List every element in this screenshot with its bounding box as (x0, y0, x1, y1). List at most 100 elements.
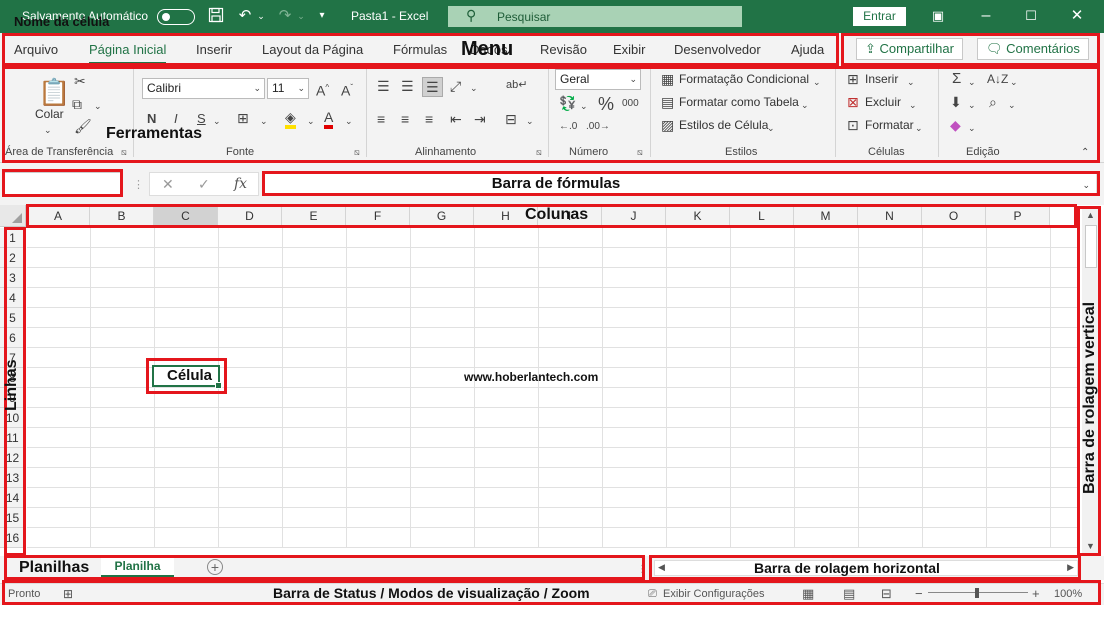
clear-dropdown-icon[interactable]: ⌄ (968, 120, 976, 136)
cut-icon[interactable]: ✂ (74, 73, 86, 89)
column-header-a[interactable]: A (27, 205, 90, 227)
zoom-level[interactable]: 100% (1054, 588, 1082, 600)
page-layout-icon[interactable]: ▤ (843, 586, 855, 602)
accounting-dropdown-icon[interactable]: ⌄ (580, 98, 588, 114)
column-header-e[interactable]: E (282, 205, 346, 227)
increase-decimal-icon[interactable]: ←.0 (559, 119, 577, 135)
chevron-down-icon[interactable]: ⌄ (909, 97, 917, 113)
insert-cells-button[interactable]: Inserir (865, 72, 898, 86)
paste-label[interactable]: Colar (35, 107, 64, 121)
share-button[interactable]: ⇪ Compartilhar (856, 38, 963, 60)
font-size-select[interactable]: 11 ⌄ (267, 78, 309, 99)
grow-font-icon[interactable]: A^ (316, 80, 329, 99)
column-header-c[interactable]: C (154, 205, 218, 227)
column-header-m[interactable]: M (794, 205, 858, 227)
alignment-launcher-icon[interactable]: ⧅ (536, 147, 542, 158)
row-header-4[interactable]: 4 (0, 288, 26, 308)
macro-record-icon[interactable]: ⊞ (63, 587, 73, 601)
chevron-down-icon[interactable]: ⌄ (813, 74, 821, 90)
find-dropdown-icon[interactable]: ⌄ (1008, 97, 1016, 113)
save-icon[interactable] (207, 7, 225, 28)
column-header-n[interactable]: N (858, 205, 922, 227)
insert-function-icon[interactable]: fx (234, 176, 247, 192)
column-header-g[interactable]: G (410, 205, 474, 227)
delete-cells-icon[interactable]: ⊠ (847, 94, 859, 110)
close-icon[interactable]: ✕ (1069, 7, 1085, 25)
shrink-font-icon[interactable]: Aˇ (341, 80, 353, 99)
row-header-11[interactable]: 11 (0, 428, 26, 448)
number-launcher-icon[interactable]: ⧅ (637, 147, 643, 158)
tab-exibir[interactable]: Exibir (613, 42, 646, 57)
undo-dropdown-icon[interactable]: ⌄ (256, 7, 266, 25)
number-format-select[interactable]: Geral ⌄ (555, 69, 641, 90)
expand-formula-icon[interactable]: ⌄ (1082, 177, 1090, 193)
row-header-16[interactable]: 16 (0, 528, 26, 548)
zoom-out-icon[interactable]: − (915, 586, 923, 601)
customize-toolbar-icon[interactable]: ▾ (316, 7, 328, 25)
chevron-down-icon[interactable]: ⌄ (915, 120, 923, 136)
tab-pagina-inicial[interactable]: Página Inicial (89, 42, 167, 64)
format-cells-icon[interactable]: ⊡ (847, 117, 859, 133)
format-painter-icon[interactable]: 🖌 (74, 118, 92, 134)
tab-inserir[interactable]: Inserir (196, 42, 232, 57)
column-header-k[interactable]: K (666, 205, 730, 227)
chevron-down-icon[interactable]: ⌄ (801, 97, 809, 113)
fill-icon[interactable]: ⬇ (950, 94, 962, 110)
paste-icon[interactable]: 📋 (38, 77, 70, 107)
normal-view-icon[interactable]: ▦ (802, 586, 814, 602)
format-table-button[interactable]: Formatar como Tabela (679, 95, 799, 109)
ribbon-display-icon[interactable]: ▣ (930, 7, 946, 25)
minimize-icon[interactable]: – (978, 7, 994, 25)
drag-handle-icon[interactable]: ⋮ (133, 177, 144, 193)
decrease-decimal-icon[interactable]: .00→ (586, 119, 610, 135)
row-header-15[interactable]: 15 (0, 508, 26, 528)
tab-ajuda[interactable]: Ajuda (791, 42, 824, 57)
borders-dropdown-icon[interactable]: ⌄ (260, 113, 268, 129)
align-right-icon[interactable]: ≡ (425, 111, 433, 127)
collapse-ribbon-icon[interactable]: ⌃ (1081, 145, 1089, 161)
cell-grid[interactable] (27, 228, 1078, 548)
comma-style-button[interactable]: 000 (622, 96, 639, 112)
row-header-14[interactable]: 14 (0, 488, 26, 508)
zoom-slider-thumb[interactable] (975, 588, 979, 598)
select-all-corner[interactable] (0, 205, 26, 227)
align-top-icon[interactable]: ☰ (377, 78, 390, 94)
column-header-d[interactable]: D (218, 205, 282, 227)
format-table-icon[interactable]: ▤ (661, 94, 674, 110)
undo-icon[interactable]: ↶ (236, 7, 254, 25)
conditional-format-button[interactable]: Formatação Condicional (679, 72, 809, 86)
cell-styles-icon[interactable]: ▨ (661, 117, 674, 133)
active-cell[interactable]: Célula (152, 365, 222, 389)
scroll-right-icon[interactable]: ▶ (1067, 562, 1074, 573)
sign-in-button[interactable]: Entrar (853, 7, 906, 26)
orientation-dropdown-icon[interactable]: ⌄ (470, 80, 478, 96)
tab-desenvolvedor[interactable]: Desenvolvedor (674, 42, 761, 57)
underline-dropdown-icon[interactable]: ⌄ (213, 113, 221, 129)
redo-dropdown-icon[interactable]: ⌄ (296, 7, 306, 25)
clipboard-launcher-icon[interactable]: ⧅ (121, 147, 127, 158)
merge-dropdown-icon[interactable]: ⌄ (526, 113, 534, 129)
orientation-icon[interactable]: ⤢ (450, 78, 461, 94)
column-header-p[interactable]: P (986, 205, 1050, 227)
paste-dropdown-icon[interactable]: ⌄ (44, 122, 52, 138)
vertical-scroll-thumb[interactable] (1085, 225, 1097, 268)
redo-icon[interactable]: ↷ (276, 7, 294, 25)
scroll-down-icon[interactable]: ▼ (1086, 541, 1095, 551)
tab-arquivo[interactable]: Arquivo (14, 42, 58, 57)
sheet-tab-planilha[interactable]: Planilha (101, 556, 174, 577)
merge-center-icon[interactable]: ⊟ (505, 111, 517, 127)
row-header-1[interactable]: 1 (0, 228, 26, 248)
fill-color-dropdown-icon[interactable]: ⌄ (307, 113, 315, 129)
tab-revisao[interactable]: Revisão (540, 42, 587, 57)
maximize-icon[interactable]: ☐ (1023, 7, 1039, 25)
sort-filter-dropdown-icon[interactable]: ⌄ (1010, 74, 1018, 90)
row-header-5[interactable]: 5 (0, 308, 26, 328)
row-header-12[interactable]: 12 (0, 448, 26, 468)
column-header-b[interactable]: B (90, 205, 154, 227)
column-header-f[interactable]: F (346, 205, 410, 227)
chevron-down-icon[interactable]: ⌄ (767, 120, 775, 136)
clear-icon[interactable]: ◆ (950, 117, 961, 133)
comments-button[interactable]: 🗨 Comentários (977, 38, 1089, 60)
row-header-10[interactable]: 10 (0, 408, 26, 428)
copy-icon[interactable]: ⧉ (72, 96, 82, 112)
